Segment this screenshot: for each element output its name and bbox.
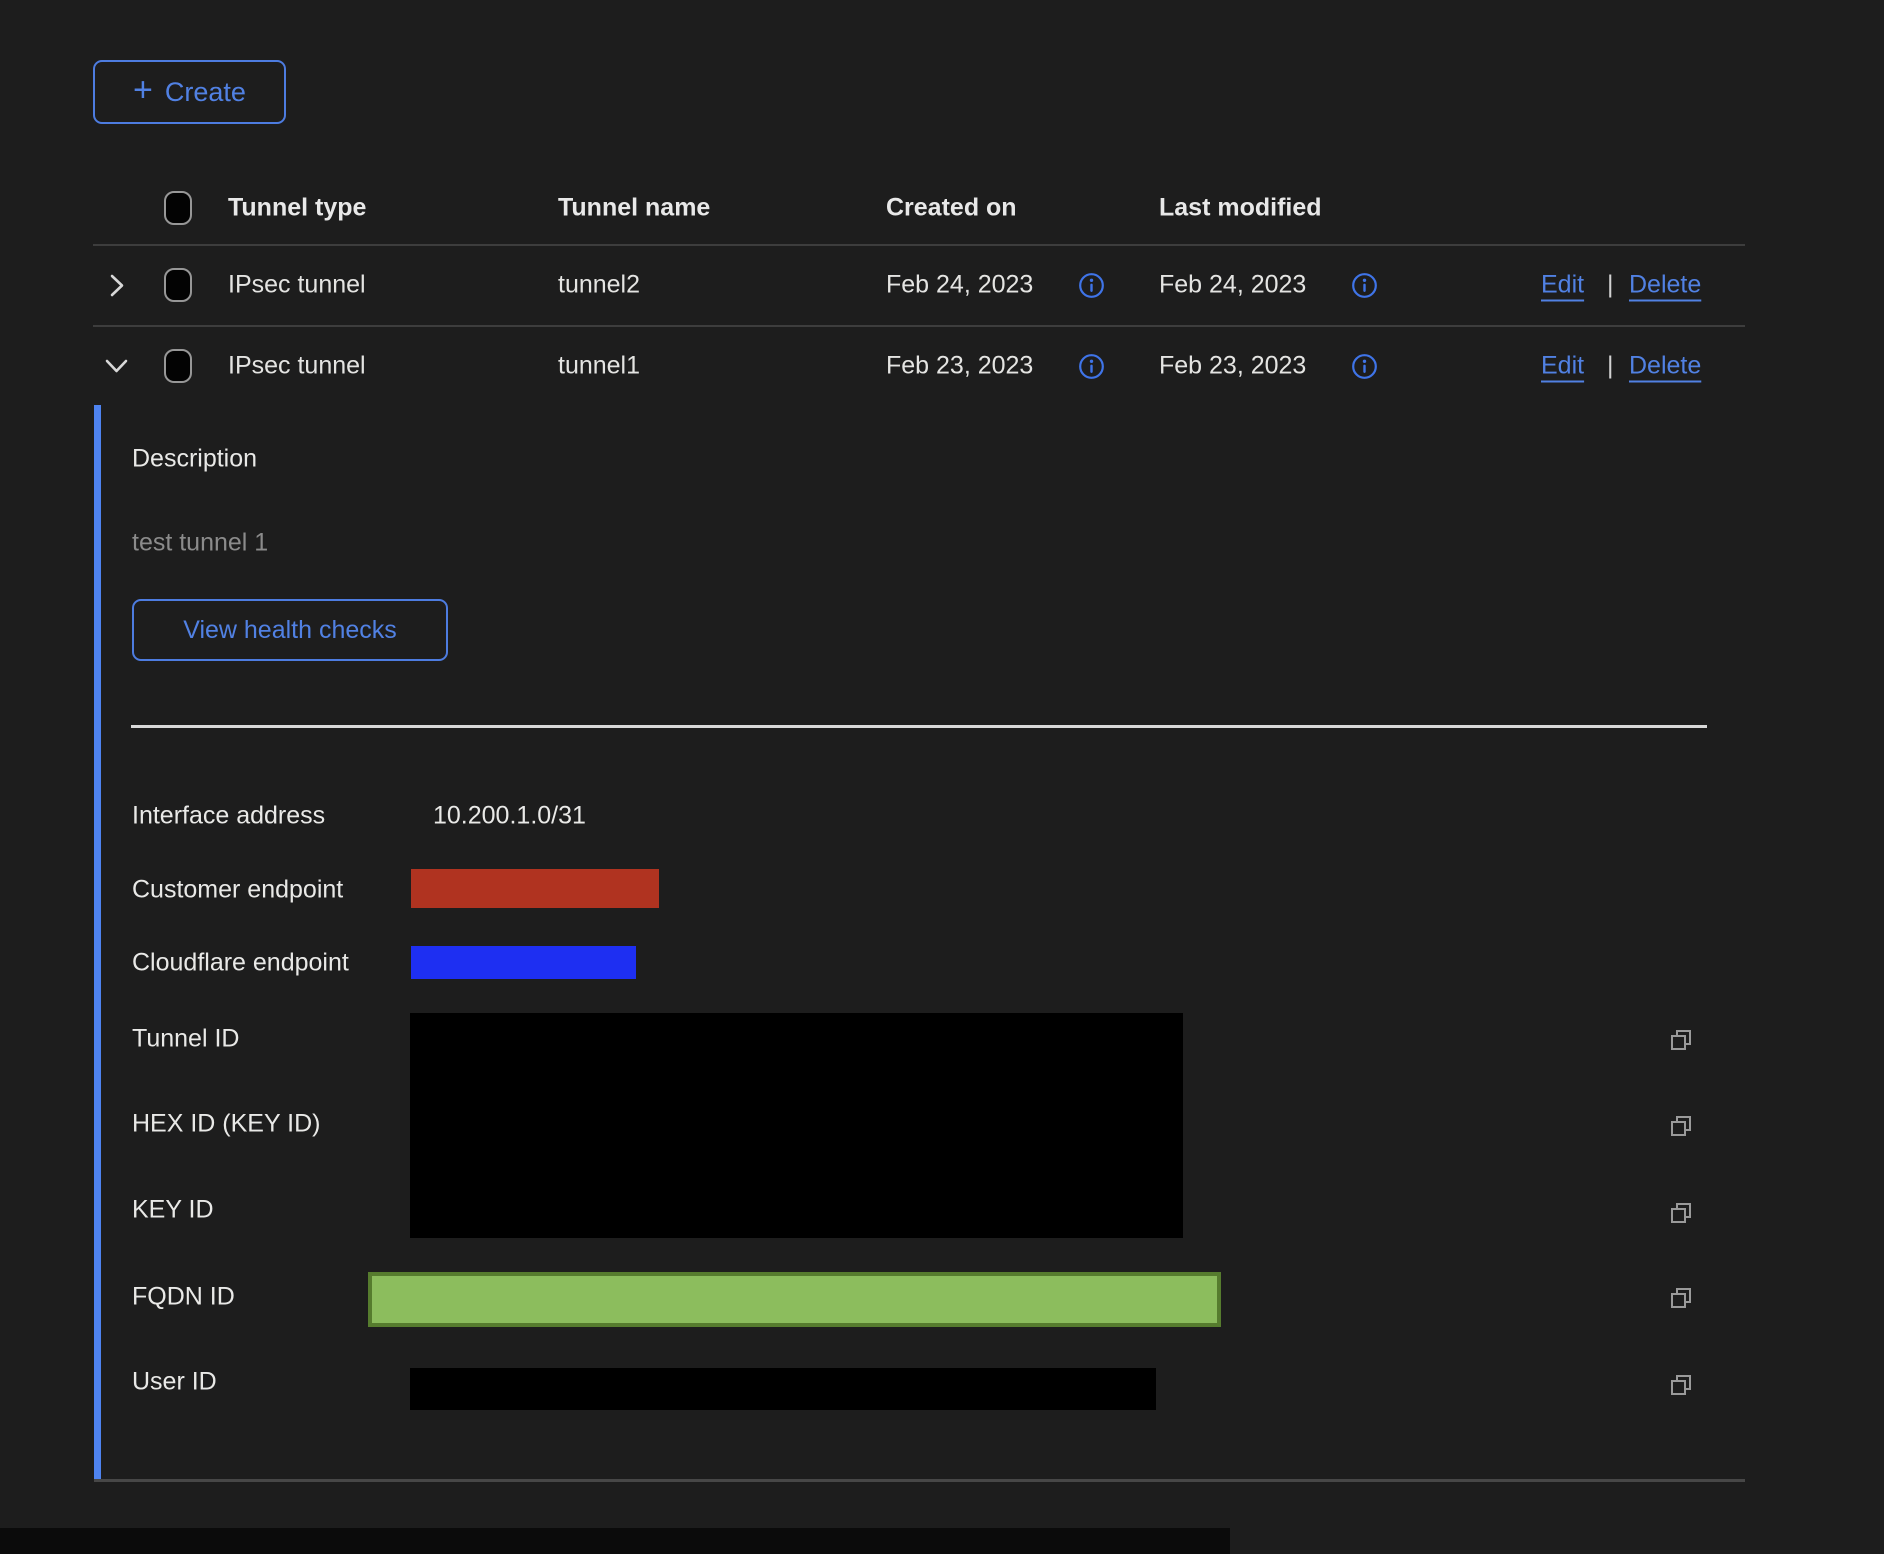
- tunnel-name-cell: tunnel1: [558, 352, 640, 381]
- panel-divider: [131, 725, 1707, 728]
- delete-link[interactable]: Delete: [1629, 271, 1701, 300]
- column-header-tunnel-name: Tunnel name: [558, 194, 710, 223]
- hex-id-label: HEX ID (KEY ID): [132, 1110, 320, 1139]
- tunnel-type-cell: IPsec tunnel: [228, 352, 366, 381]
- copy-icon[interactable]: [1668, 1200, 1694, 1226]
- create-button-label: Create: [165, 77, 246, 108]
- interface-address-value: 10.200.1.0/31: [433, 802, 586, 831]
- description-text: test tunnel 1: [132, 529, 268, 558]
- plus-icon: +: [133, 73, 153, 107]
- interface-address-label: Interface address: [132, 802, 325, 831]
- action-separator: |: [1607, 352, 1614, 381]
- key-id-label: KEY ID: [132, 1196, 214, 1225]
- row-divider: [93, 325, 1745, 327]
- column-header-last-modified: Last modified: [1159, 194, 1322, 223]
- row-checkbox[interactable]: [164, 268, 192, 302]
- copy-icon[interactable]: [1668, 1027, 1694, 1053]
- customer-endpoint-redacted-value: [411, 869, 659, 908]
- column-header-tunnel-type: Tunnel type: [228, 194, 366, 223]
- tunnel-name-cell: tunnel2: [558, 271, 640, 300]
- copy-icon[interactable]: [1668, 1372, 1694, 1398]
- fqdn-id-label: FQDN ID: [132, 1283, 235, 1312]
- table-bottom-divider: [94, 1479, 1745, 1482]
- create-button[interactable]: + Create: [93, 60, 286, 124]
- ids-redacted-values: [410, 1013, 1183, 1238]
- chevron-right-icon[interactable]: [106, 272, 128, 299]
- edit-link[interactable]: Edit: [1541, 271, 1584, 300]
- delete-link[interactable]: Delete: [1629, 352, 1701, 381]
- edit-link[interactable]: Edit: [1541, 352, 1584, 381]
- bottom-bar: [0, 1528, 1230, 1554]
- action-separator: |: [1607, 271, 1614, 300]
- copy-icon[interactable]: [1668, 1113, 1694, 1139]
- tunnel-type-cell: IPsec tunnel: [228, 271, 366, 300]
- description-label: Description: [132, 445, 257, 474]
- chevron-down-icon[interactable]: [103, 355, 130, 377]
- view-health-checks-label: View health checks: [183, 616, 397, 645]
- expanded-panel-accent-border: [94, 405, 101, 1482]
- cloudflare-endpoint-label: Cloudflare endpoint: [132, 949, 349, 978]
- info-icon[interactable]: [1351, 353, 1378, 380]
- fqdn-id-redacted-value: [368, 1272, 1221, 1327]
- column-header-created-on: Created on: [886, 194, 1017, 223]
- info-icon[interactable]: [1351, 272, 1378, 299]
- info-icon[interactable]: [1078, 353, 1105, 380]
- header-divider: [93, 244, 1745, 246]
- created-on-cell: Feb 23, 2023: [886, 352, 1033, 381]
- copy-icon[interactable]: [1668, 1285, 1694, 1311]
- user-id-redacted-value: [410, 1368, 1156, 1410]
- info-icon[interactable]: [1078, 272, 1105, 299]
- tunnels-page: + Create Tunnel type Tunnel name Created…: [0, 0, 1884, 1554]
- last-modified-cell: Feb 24, 2023: [1159, 271, 1306, 300]
- view-health-checks-button[interactable]: View health checks: [132, 599, 448, 661]
- user-id-label: User ID: [132, 1368, 217, 1397]
- last-modified-cell: Feb 23, 2023: [1159, 352, 1306, 381]
- cloudflare-endpoint-redacted-value: [411, 946, 636, 979]
- select-all-checkbox[interactable]: [164, 191, 192, 225]
- customer-endpoint-label: Customer endpoint: [132, 876, 343, 905]
- tunnel-id-label: Tunnel ID: [132, 1025, 239, 1054]
- row-checkbox[interactable]: [164, 349, 192, 383]
- created-on-cell: Feb 24, 2023: [886, 271, 1033, 300]
